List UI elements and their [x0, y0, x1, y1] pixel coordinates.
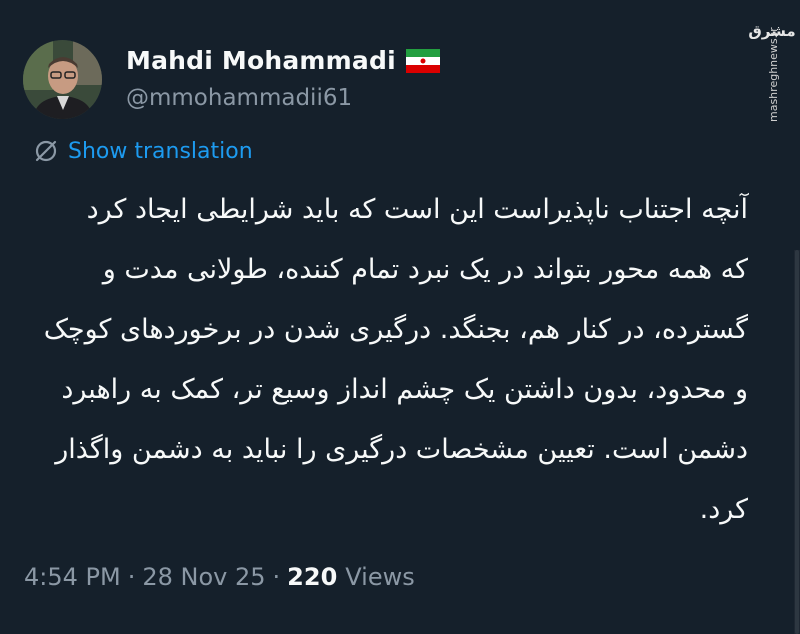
globe-slash-icon [35, 140, 57, 162]
show-translation-link[interactable]: Show translation [33, 138, 253, 164]
tweet-date[interactable]: 28 Nov 25 [142, 563, 265, 591]
scrollbar-thumb[interactable] [795, 250, 799, 634]
tweet-text-line: و محدود، بدون داشتن یک چشم انداز وسیع تر… [61, 374, 748, 405]
views-count[interactable]: 220 [287, 563, 337, 591]
iran-flag-icon [405, 48, 440, 73]
tweet-text-line: گسترده، در کنار هم، بجنگد. درگیری شدن در… [43, 314, 748, 345]
avatar-photo [23, 40, 102, 119]
avatar[interactable] [23, 40, 102, 119]
tweet-text-line: کرد. [699, 494, 748, 525]
views-label[interactable]: Views [345, 563, 414, 591]
watermark-url: mashreghnews.ir [767, 27, 780, 122]
tweet-text-line: آنچه اجتناب ناپذیراست این است که باید شر… [86, 194, 748, 225]
meta-separator: · [127, 563, 136, 591]
tweet-text: آنچه اجتناب ناپذیراست این است که باید شر… [24, 180, 748, 540]
tweet-time[interactable]: 4:54 PM [24, 563, 121, 591]
tweet-card: Mahdi Mohammadi @mmohammadii61 Show tran… [0, 0, 800, 634]
user-handle[interactable]: @mmohammadii61 [126, 85, 352, 111]
display-name-text[interactable]: Mahdi Mohammadi [126, 46, 396, 75]
tweet-meta: 4:54 PM · 28 Nov 25 · 220 Views [24, 563, 415, 591]
meta-separator: · [272, 563, 281, 591]
show-translation-label[interactable]: Show translation [68, 139, 253, 164]
watermark: مشرق mashreghnews.ir [748, 10, 796, 128]
display-name[interactable]: Mahdi Mohammadi [126, 46, 440, 75]
tweet-text-line: دشمن است. تعیین مشخصات درگیری را نباید ب… [55, 434, 748, 465]
tweet-text-line: که همه محور بتواند در یک نبرد تمام کننده… [102, 254, 748, 285]
